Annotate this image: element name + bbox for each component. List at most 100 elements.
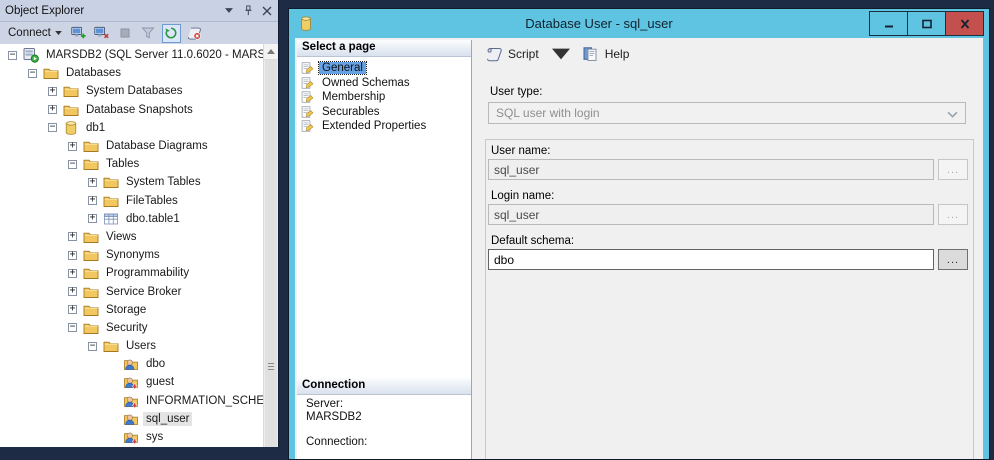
collapse-icon[interactable]: − <box>68 160 77 169</box>
page-icon <box>300 90 315 104</box>
tree-item-users[interactable]: − Users <box>0 337 264 355</box>
tree-item-label: Service Broker <box>103 285 184 299</box>
user-type-label: User type: <box>490 86 542 98</box>
user-deny-icon <box>123 429 139 445</box>
expand-icon[interactable]: + <box>68 251 77 260</box>
default-schema-browse-button[interactable]: ... <box>938 249 968 270</box>
expand-icon[interactable]: + <box>48 105 57 114</box>
tree-item-security[interactable]: − Security <box>0 319 264 337</box>
stop-icon[interactable] <box>116 24 135 43</box>
page-icon <box>300 119 315 133</box>
tree-item-label: Security <box>103 321 151 335</box>
tree-item-database-diagrams[interactable]: +Database Diagrams <box>0 137 264 155</box>
tree-item-label: db1 <box>83 121 108 135</box>
tree-item-db1[interactable]: − db1 <box>0 119 264 137</box>
scrollbar-grip-icon <box>268 363 274 370</box>
tree-item-label: INFORMATION_SCHEM <box>143 394 264 408</box>
collapse-icon[interactable]: − <box>88 342 97 351</box>
script-error-icon[interactable] <box>185 24 204 43</box>
expand-icon[interactable]: + <box>68 287 77 296</box>
tree-item-label: System Databases <box>83 84 186 98</box>
folder-icon <box>103 193 119 209</box>
tree-item-label: Storage <box>103 303 149 317</box>
user-name-label: User name: <box>491 145 550 157</box>
close-button[interactable] <box>945 11 984 36</box>
tree-item-filetables[interactable]: +FileTables <box>0 192 264 210</box>
tree-item-label: Users <box>123 339 159 353</box>
scroll-up-icon[interactable] <box>264 44 278 60</box>
tree-item-label: System Tables <box>123 175 204 189</box>
page-item-membership[interactable]: Membership <box>297 90 471 105</box>
expand-icon[interactable]: + <box>68 232 77 241</box>
expand-icon[interactable]: + <box>88 178 97 187</box>
folder-icon <box>103 338 119 354</box>
page-item-extended-properties[interactable]: Extended Properties <box>297 119 471 134</box>
script-button[interactable]: Script <box>480 43 577 65</box>
tree-item-dbo[interactable]: dbo <box>0 355 264 373</box>
page-item-owned-schemas[interactable]: Owned Schemas <box>297 76 471 91</box>
tree-item-synonyms[interactable]: + Synonyms <box>0 246 264 264</box>
collapse-icon[interactable]: − <box>28 69 37 78</box>
window-position-icon[interactable] <box>223 5 235 17</box>
tree-item-system-tables[interactable]: + System Tables <box>0 173 264 191</box>
collapse-icon[interactable]: − <box>68 323 77 332</box>
dialog-body: Select a page General Owned SchemasMember… <box>295 38 983 459</box>
user-type-dropdown[interactable]: SQL user with login <box>488 102 966 124</box>
tree-item-information-schem[interactable]: INFORMATION_SCHEM <box>0 392 264 410</box>
tree-item-sql-user[interactable]: sql_user <box>0 410 264 428</box>
dialog-titlebar[interactable]: Database User - sql_user <box>289 9 989 38</box>
tree-item-label: Synonyms <box>103 248 163 262</box>
tree-scrollbar[interactable] <box>263 44 278 447</box>
tree-item-storage[interactable]: + Storage <box>0 301 264 319</box>
pin-icon[interactable] <box>242 5 254 17</box>
tree-item-label: guest <box>143 375 177 389</box>
connect-button[interactable]: Connect <box>5 26 65 40</box>
expand-icon[interactable]: + <box>68 269 77 278</box>
maximize-button[interactable] <box>907 11 946 36</box>
login-name-browse-button: ... <box>938 204 968 225</box>
page-item-securables[interactable]: Securables <box>297 105 471 120</box>
select-a-page-header: Select a page <box>297 40 471 57</box>
page-icon <box>300 105 315 119</box>
expand-icon[interactable]: + <box>68 142 77 151</box>
tree-item-sys[interactable]: sys <box>0 428 264 446</box>
minimize-button[interactable] <box>869 11 908 36</box>
chevron-down-icon <box>552 46 570 62</box>
default-schema-field[interactable] <box>488 249 934 270</box>
page-item-label: General <box>319 62 366 74</box>
help-button[interactable]: Help <box>577 43 635 65</box>
tree-item-system-databases[interactable]: + System Databases <box>0 82 264 100</box>
scrollbar-thumb[interactable] <box>265 60 277 447</box>
filter-icon[interactable] <box>139 24 158 43</box>
user-identity-groupbox <box>485 139 974 459</box>
tree-item-tables[interactable]: −Tables <box>0 155 264 173</box>
disconnect-icon[interactable] <box>93 24 112 43</box>
login-name-label: Login name: <box>491 190 554 202</box>
expand-icon[interactable]: + <box>88 196 97 205</box>
tree-item-databases[interactable]: −Databases <box>0 64 264 82</box>
page-item-label: Membership <box>319 91 388 103</box>
tree-item-programmability[interactable]: +Programmability <box>0 264 264 282</box>
expand-icon[interactable]: + <box>68 305 77 314</box>
folder-icon <box>83 138 99 154</box>
tree-item-marsdb2-sql-server-11-0-6020-marsd[interactable]: −MARSDB2 (SQL Server 11.0.6020 - MARSD <box>0 46 264 64</box>
close-icon[interactable] <box>261 5 273 17</box>
folder-icon <box>83 302 99 318</box>
object-explorer-toolbar: Connect <box>0 22 278 45</box>
expand-icon[interactable]: + <box>88 214 97 223</box>
refresh-icon[interactable] <box>162 24 181 43</box>
tree-item-views[interactable]: +Views <box>0 228 264 246</box>
collapse-icon[interactable]: − <box>8 51 17 60</box>
object-explorer-titlebar[interactable]: Object Explorer <box>0 0 278 22</box>
connect-object-explorer-icon[interactable] <box>70 24 89 43</box>
collapse-icon[interactable]: − <box>48 123 57 132</box>
expand-icon[interactable]: + <box>48 87 57 96</box>
tree-item-dbo-table1[interactable]: +dbo.table1 <box>0 210 264 228</box>
page-item-general[interactable]: General <box>297 61 471 76</box>
folder-icon <box>43 65 59 81</box>
script-button-label: Script <box>508 47 539 61</box>
tree-item-guest[interactable]: guest <box>0 373 264 391</box>
login-name-field <box>488 204 934 225</box>
tree-item-database-snapshots[interactable]: +Database Snapshots <box>0 101 264 119</box>
tree-item-service-broker[interactable]: + Service Broker <box>0 282 264 300</box>
